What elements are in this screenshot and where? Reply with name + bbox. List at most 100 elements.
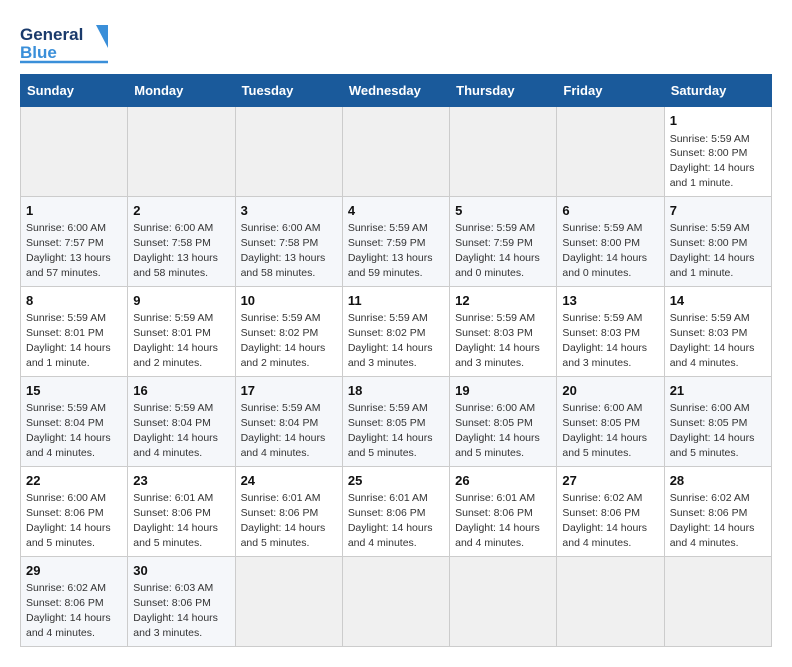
day-number: 15 xyxy=(26,382,122,400)
day-number: 14 xyxy=(670,292,766,310)
calendar-cell: 11 Sunrise: 5:59 AMSunset: 8:02 PMDayligh… xyxy=(342,286,449,376)
calendar-cell: 20 Sunrise: 6:00 AMSunset: 8:05 PMDayligh… xyxy=(557,376,664,466)
calendar-cell xyxy=(342,556,449,646)
day-number: 3 xyxy=(241,202,337,220)
calendar-week-row: 22 Sunrise: 6:00 AMSunset: 8:06 PMDayligh… xyxy=(21,466,772,556)
calendar-week-row: 29Sunrise: 6:02 AMSunset: 8:06 PMDayligh… xyxy=(21,556,772,646)
day-detail: Sunrise: 5:59 AMSunset: 8:00 PMDaylight:… xyxy=(562,222,647,279)
calendar-cell: 19Sunrise: 6:00 AMSunset: 8:05 PMDayligh… xyxy=(450,376,557,466)
day-number: 23 xyxy=(133,472,229,490)
logo: General Blue xyxy=(20,20,110,64)
day-number: 24 xyxy=(241,472,337,490)
day-detail: Sunrise: 5:59 AMSunset: 8:04 PMDaylight:… xyxy=(26,402,111,459)
day-detail: Sunrise: 5:59 AMSunset: 8:03 PMDaylight:… xyxy=(670,312,755,369)
calendar-cell: 29Sunrise: 6:02 AMSunset: 8:06 PMDayligh… xyxy=(21,556,128,646)
day-of-week-header: Wednesday xyxy=(342,75,449,107)
day-number: 7 xyxy=(670,202,766,220)
day-of-week-header: Thursday xyxy=(450,75,557,107)
day-number: 11 xyxy=(348,292,444,310)
calendar-week-row: 1Sunrise: 5:59 AMSunset: 8:00 PMDaylight… xyxy=(21,107,772,197)
calendar-cell xyxy=(664,556,771,646)
day-number: 26 xyxy=(455,472,551,490)
calendar-cell xyxy=(128,107,235,197)
day-number: 16 xyxy=(133,382,229,400)
calendar-cell: 28 Sunrise: 6:02 AMSunset: 8:06 PMDayligh… xyxy=(664,466,771,556)
calendar-cell: 13 Sunrise: 5:59 AMSunset: 8:03 PMDayligh… xyxy=(557,286,664,376)
svg-text:General: General xyxy=(20,25,83,44)
day-number: 9 xyxy=(133,292,229,310)
day-detail: Sunrise: 6:01 AMSunset: 8:06 PMDaylight:… xyxy=(241,492,326,549)
calendar-cell: 17 Sunrise: 5:59 AMSunset: 8:04 PMDayligh… xyxy=(235,376,342,466)
day-number: 13 xyxy=(562,292,658,310)
day-number: 5 xyxy=(455,202,551,220)
day-detail: Sunrise: 5:59 AMSunset: 8:02 PMDaylight:… xyxy=(348,312,433,369)
calendar-header-row: SundayMondayTuesdayWednesdayThursdayFrid… xyxy=(21,75,772,107)
day-detail: Sunrise: 6:00 AMSunset: 7:57 PMDaylight:… xyxy=(26,222,111,279)
calendar-cell: 7 Sunrise: 5:59 AMSunset: 8:00 PMDaylight… xyxy=(664,196,771,286)
day-of-week-header: Sunday xyxy=(21,75,128,107)
calendar-cell xyxy=(235,107,342,197)
calendar-cell xyxy=(450,556,557,646)
day-of-week-header: Friday xyxy=(557,75,664,107)
day-detail: Sunrise: 6:02 AMSunset: 8:06 PMDaylight:… xyxy=(670,492,755,549)
day-detail: Sunrise: 6:00 AMSunset: 8:05 PMDaylight:… xyxy=(670,402,755,459)
day-detail: Sunrise: 5:59 AMSunset: 7:59 PMDaylight:… xyxy=(348,222,433,279)
day-number: 21 xyxy=(670,382,766,400)
calendar-cell: 3Sunrise: 6:00 AMSunset: 7:58 PMDaylight… xyxy=(235,196,342,286)
day-number: 18 xyxy=(348,382,444,400)
day-number: 1 xyxy=(26,202,122,220)
day-detail: Sunrise: 6:01 AMSunset: 8:06 PMDaylight:… xyxy=(348,492,433,549)
calendar-cell: 14 Sunrise: 5:59 AMSunset: 8:03 PMDayligh… xyxy=(664,286,771,376)
calendar-cell: 15 Sunrise: 5:59 AMSunset: 8:04 PMDayligh… xyxy=(21,376,128,466)
day-number: 28 xyxy=(670,472,766,490)
calendar-cell: 12Sunrise: 5:59 AMSunset: 8:03 PMDayligh… xyxy=(450,286,557,376)
calendar-cell: 26 Sunrise: 6:01 AMSunset: 8:06 PMDayligh… xyxy=(450,466,557,556)
day-detail: Sunrise: 6:02 AMSunset: 8:06 PMDaylight:… xyxy=(562,492,647,549)
calendar-cell: 4Sunrise: 5:59 AMSunset: 7:59 PMDaylight… xyxy=(342,196,449,286)
calendar-cell xyxy=(450,107,557,197)
calendar-week-row: 15 Sunrise: 5:59 AMSunset: 8:04 PMDayligh… xyxy=(21,376,772,466)
day-number: 27 xyxy=(562,472,658,490)
day-detail: Sunrise: 6:00 AMSunset: 8:06 PMDaylight:… xyxy=(26,492,111,549)
day-detail: Sunrise: 6:02 AMSunset: 8:06 PMDaylight:… xyxy=(26,582,111,639)
calendar-cell: 1Sunrise: 5:59 AMSunset: 8:00 PMDaylight… xyxy=(664,107,771,197)
day-of-week-header: Monday xyxy=(128,75,235,107)
day-number: 1 xyxy=(670,112,766,130)
calendar-cell: 8 Sunrise: 5:59 AMSunset: 8:01 PMDaylight… xyxy=(21,286,128,376)
calendar-week-row: 8 Sunrise: 5:59 AMSunset: 8:01 PMDaylight… xyxy=(21,286,772,376)
calendar-cell: 6 Sunrise: 5:59 AMSunset: 8:00 PMDaylight… xyxy=(557,196,664,286)
day-number: 25 xyxy=(348,472,444,490)
day-number: 2 xyxy=(133,202,229,220)
calendar-cell: 5Sunrise: 5:59 AMSunset: 7:59 PMDaylight… xyxy=(450,196,557,286)
calendar-cell: 22 Sunrise: 6:00 AMSunset: 8:06 PMDayligh… xyxy=(21,466,128,556)
day-detail: Sunrise: 6:00 AMSunset: 7:58 PMDaylight:… xyxy=(133,222,218,279)
calendar-cell: 2 Sunrise: 6:00 AMSunset: 7:58 PMDaylight… xyxy=(128,196,235,286)
day-number: 30 xyxy=(133,562,229,580)
day-number: 17 xyxy=(241,382,337,400)
calendar-cell: 25 Sunrise: 6:01 AMSunset: 8:06 PMDayligh… xyxy=(342,466,449,556)
day-detail: Sunrise: 5:59 AMSunset: 8:00 PMDaylight:… xyxy=(670,222,755,279)
calendar-cell: 27 Sunrise: 6:02 AMSunset: 8:06 PMDayligh… xyxy=(557,466,664,556)
day-number: 8 xyxy=(26,292,122,310)
day-number: 22 xyxy=(26,472,122,490)
day-detail: Sunrise: 6:01 AMSunset: 8:06 PMDaylight:… xyxy=(455,492,540,549)
day-detail: Sunrise: 5:59 AMSunset: 8:03 PMDaylight:… xyxy=(562,312,647,369)
day-detail: Sunrise: 5:59 AMSunset: 8:04 PMDaylight:… xyxy=(133,402,218,459)
svg-text:Blue: Blue xyxy=(20,43,57,62)
day-of-week-header: Saturday xyxy=(664,75,771,107)
day-detail: Sunrise: 5:59 AMSunset: 8:01 PMDaylight:… xyxy=(133,312,218,369)
calendar-cell xyxy=(21,107,128,197)
day-detail: Sunrise: 5:59 AMSunset: 8:01 PMDaylight:… xyxy=(26,312,111,369)
calendar-cell xyxy=(235,556,342,646)
day-detail: Sunrise: 6:03 AMSunset: 8:06 PMDaylight:… xyxy=(133,582,218,639)
day-detail: Sunrise: 6:00 AMSunset: 8:05 PMDaylight:… xyxy=(455,402,540,459)
day-detail: Sunrise: 5:59 AMSunset: 8:05 PMDaylight:… xyxy=(348,402,433,459)
day-detail: Sunrise: 6:00 AMSunset: 8:05 PMDaylight:… xyxy=(562,402,647,459)
day-detail: Sunrise: 5:59 AMSunset: 8:04 PMDaylight:… xyxy=(241,402,326,459)
calendar-cell xyxy=(342,107,449,197)
calendar-cell: 21 Sunrise: 6:00 AMSunset: 8:05 PMDayligh… xyxy=(664,376,771,466)
calendar-cell: 9 Sunrise: 5:59 AMSunset: 8:01 PMDaylight… xyxy=(128,286,235,376)
day-number: 6 xyxy=(562,202,658,220)
day-number: 20 xyxy=(562,382,658,400)
calendar-cell: 30 Sunrise: 6:03 AMSunset: 8:06 PMDayligh… xyxy=(128,556,235,646)
